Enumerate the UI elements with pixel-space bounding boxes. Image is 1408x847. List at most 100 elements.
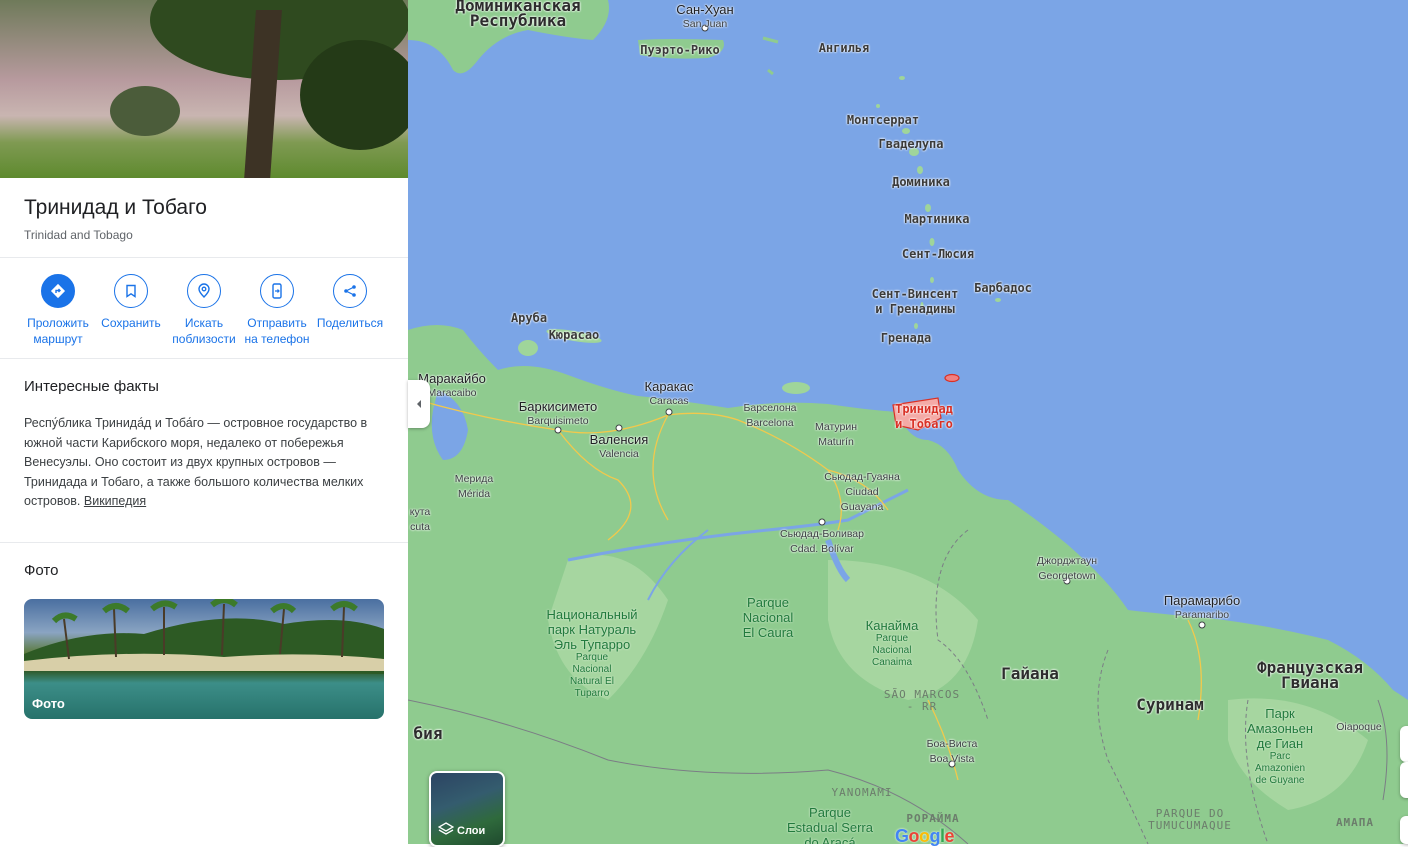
tree-foliage: [300, 40, 408, 150]
city-name-ru: Джорджтаун: [1036, 555, 1098, 567]
layers-label: Слои: [457, 825, 486, 837]
bookmark-icon: [114, 274, 148, 308]
place-header: Тринидад и Тобаго Trinidad and Tobago: [24, 196, 207, 242]
park-name: парк Натураль: [547, 622, 637, 637]
island-label-grenada[interactable]: Гренада: [881, 331, 932, 346]
city-label-cucuta[interactable]: кута cuta: [410, 505, 431, 535]
city-name-ru: Валенсия: [589, 432, 649, 447]
city-name-en: Maturín: [818, 436, 854, 448]
map-canvas[interactable]: Доминиканская Республика Гайана Суринам …: [408, 0, 1408, 844]
country-label-dominican[interactable]: Доминиканская Республика: [455, 0, 580, 30]
country-label-line: Республика: [469, 11, 567, 30]
island-label-guadeloupe[interactable]: Гваделупа: [878, 137, 943, 152]
place-hero-photo[interactable]: [0, 0, 408, 178]
country-label-suriname[interactable]: Суринам: [1136, 697, 1203, 713]
city-label-caracas[interactable]: Каракас Caracas: [645, 379, 694, 409]
region-label-sao-marcos: SÃO MARCOS - RR: [884, 689, 960, 713]
city-name-en: San Juan: [682, 18, 728, 30]
park-name: Амазоньен: [1246, 721, 1314, 736]
city-label-ciudad-bolivar[interactable]: Сьюдад-Боливар Cdad. Bolívar: [780, 527, 864, 557]
island-label-martinique[interactable]: Мартиника: [904, 212, 969, 227]
city-label-paramaribo[interactable]: Парамарибо Paramaribo: [1164, 593, 1240, 623]
park-name: Канайма: [865, 618, 919, 633]
park-name: do Aracá: [804, 835, 856, 844]
park-name-local: de Guyane: [1255, 775, 1305, 786]
place-title: Тринидад и Тобаго: [24, 196, 207, 219]
highlighted-place-label[interactable]: Тринидад и Тобаго: [895, 402, 953, 432]
save-button[interactable]: Сохранить: [93, 274, 169, 331]
place-subtitle: Trinidad and Tobago: [24, 228, 133, 242]
city-name-ru: Боа-Виста: [926, 738, 978, 750]
save-label: Сохранить: [101, 316, 161, 330]
city-name-ru: Парамарибо: [1163, 593, 1241, 608]
park-name: Парк: [1265, 706, 1295, 721]
island-label-dominica[interactable]: Доминика: [892, 175, 950, 190]
zoom-controls-lower[interactable]: [1400, 762, 1408, 798]
city-name-en: Valencia: [599, 448, 639, 460]
city-name-ru: Сьюдад-Гуаяна: [824, 471, 900, 483]
park-label-serra[interactable]: Parque Estadual Serra do Aracá: [787, 805, 873, 844]
city-label-boa-vista[interactable]: Боа-Виста Boa Vista: [927, 737, 978, 767]
island-label-barbados[interactable]: Барбадос: [974, 281, 1032, 296]
island-label-line: и Гренадины: [875, 302, 955, 316]
city-name-en: Caracas: [649, 395, 689, 407]
city-name-en: cuta: [410, 521, 430, 533]
city-label-oiapoque[interactable]: Oiapoque: [1336, 720, 1382, 735]
island-label-st-lucia[interactable]: Сент-Люсия: [902, 247, 974, 262]
city-name-ru: Каракас: [644, 379, 694, 394]
island-label-anguilla[interactable]: Ангилья: [819, 41, 870, 56]
park-name: Parque: [747, 595, 789, 610]
country-label-french-guiana[interactable]: Французская Гвиана: [1257, 660, 1363, 691]
island-label-montserrat[interactable]: Монтсеррат: [847, 113, 919, 128]
park-name: Национальный: [546, 607, 638, 622]
zoom-controls[interactable]: [1400, 726, 1408, 762]
collapse-panel-button[interactable]: [408, 380, 430, 428]
park-label-amazonien[interactable]: Парк Амазоньен де Гиан Parc Amazonien de…: [1247, 706, 1313, 787]
send-to-phone-label: Отправить на телефон: [244, 316, 310, 346]
country-label-colombia[interactable]: бия: [414, 726, 443, 742]
city-label-georgetown[interactable]: Джорджтаун Georgetown: [1037, 554, 1097, 584]
city-label-san-juan[interactable]: Сан-Хуан San Juan: [676, 2, 733, 32]
beach-photo: [24, 599, 384, 674]
directions-label: Проложить маршрут: [27, 316, 89, 346]
photo-label: Фото: [32, 696, 65, 711]
city-name-ru: Барселона: [743, 402, 797, 414]
island-label-curacao[interactable]: Кюрасао: [549, 328, 600, 343]
city-label-merida[interactable]: Мерида Mérida: [455, 472, 493, 502]
city-name-en: Boa Vista: [929, 753, 975, 765]
pegman-control[interactable]: [1400, 816, 1408, 844]
city-label-valencia[interactable]: Валенсия Valencia: [590, 432, 649, 462]
city-name-ru: Матурин: [814, 421, 858, 433]
facts-heading: Интересные факты: [24, 378, 159, 395]
country-label-guyana[interactable]: Гайана: [1001, 666, 1059, 682]
nearby-search-icon: [187, 274, 221, 308]
city-label-barquisimeto[interactable]: Баркисимето Barquisimeto: [519, 399, 597, 429]
directions-button[interactable]: Проложить маршрут: [20, 274, 96, 347]
region-label-tumucumaque: PARQUE DO TUMUCUMAQUE: [1148, 808, 1232, 832]
region-label-amapa: АМАПА: [1335, 816, 1375, 829]
share-button[interactable]: Поделиться: [312, 274, 388, 331]
send-to-phone-button[interactable]: Отправить на телефон: [239, 274, 315, 347]
distant-tree: [110, 86, 180, 136]
island-label-st-vincent[interactable]: Сент-Винсент и Гренадины: [872, 287, 959, 317]
park-name-local: Nacional: [572, 664, 612, 675]
park-name: Nacional: [742, 610, 794, 625]
wikipedia-link[interactable]: Википедия: [84, 494, 146, 508]
photo-card[interactable]: Фото: [24, 599, 384, 719]
city-label-ciudad-guayana[interactable]: Сьюдад-Гуаяна Ciudad Guayana: [824, 470, 900, 515]
region-name: TUMUCUMAQUE: [1148, 819, 1232, 832]
city-name-en: Barquisimeto: [527, 415, 589, 427]
chevron-left-icon: [417, 400, 421, 408]
share-label: Поделиться: [316, 316, 384, 330]
nearby-button[interactable]: Искать поблизости: [166, 274, 242, 347]
park-label-canaima[interactable]: Канайма Parque Nacional Canaima: [866, 618, 919, 669]
park-label-el-caura[interactable]: Parque Nacional El Caura: [743, 595, 794, 640]
layers-icon: [438, 822, 454, 835]
park-name-local: Nacional: [872, 645, 912, 656]
layers-button[interactable]: Слои: [429, 771, 505, 847]
city-label-maturin[interactable]: Матурин Maturín: [815, 420, 857, 450]
park-label-tuparro[interactable]: Национальный парк Натураль Эль Тупарро P…: [546, 607, 637, 700]
island-label-aruba[interactable]: Аруба: [511, 311, 547, 326]
island-label-puerto-rico[interactable]: Пуэрто-Рико: [640, 43, 719, 58]
city-label-barcelona[interactable]: Барселона Barcelona: [743, 401, 796, 431]
